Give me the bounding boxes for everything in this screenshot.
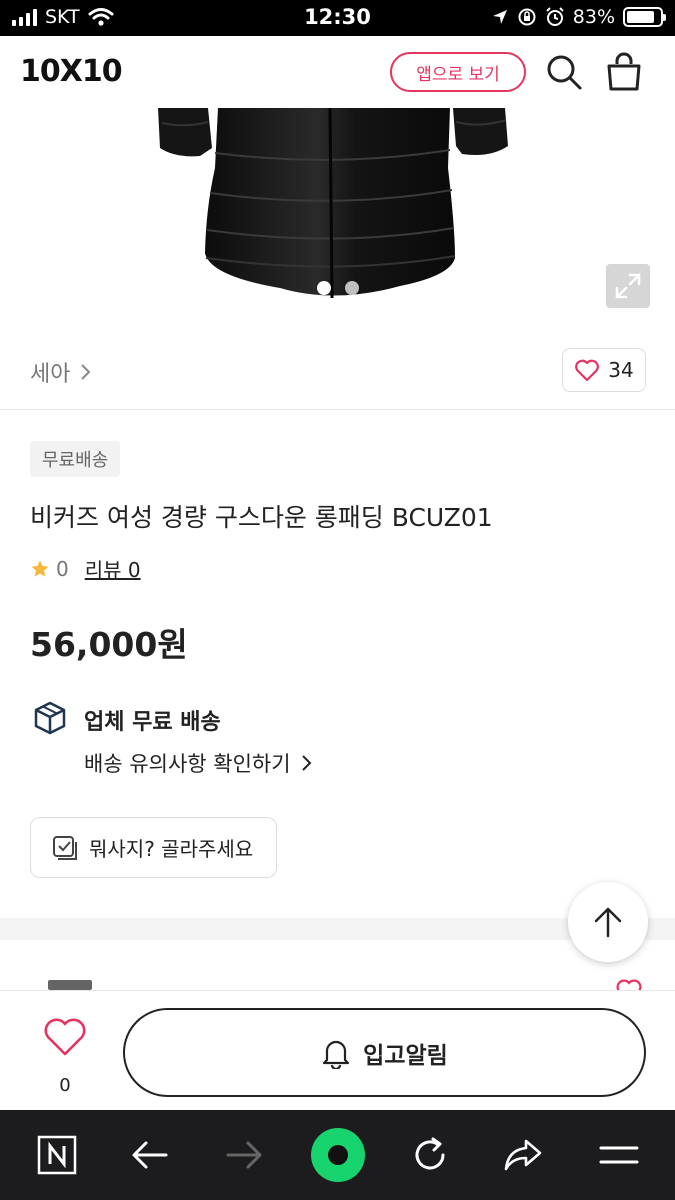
forward-arrow-icon[interactable]: [221, 1132, 267, 1178]
rating-row: 0 리뷰 0: [30, 554, 141, 583]
restock-alert-label: 입고알림: [363, 1042, 448, 1069]
star-icon: [31, 560, 49, 577]
shopping-bag-icon[interactable]: [604, 52, 644, 92]
next-section-heading: [48, 980, 92, 990]
shipping-title: 업체 무료 배송: [84, 710, 221, 735]
restock-alert-button[interactable]: 입고알림: [123, 1008, 646, 1097]
site-header: 10X10 앱으로 보기: [0, 36, 675, 172]
gallery-pagination: [0, 281, 675, 295]
battery-icon: [623, 7, 666, 27]
like-button[interactable]: 34: [562, 348, 646, 392]
choose-for-me-button[interactable]: 뭐사지? 골라주세요: [30, 817, 277, 878]
scroll-to-top-button[interactable]: [568, 882, 648, 962]
box-icon: [32, 700, 68, 736]
product-title: 비커즈 여성 경량 구스다운 롱패딩 BCUZ01: [30, 503, 493, 532]
arrow-up-icon: [594, 907, 622, 938]
rotation-lock-icon: [518, 8, 536, 26]
home-dot-icon: [328, 1145, 348, 1165]
shipping-notice-label: 배송 유의사항 확인하기: [84, 752, 291, 776]
gallery-dot-1[interactable]: [316, 281, 331, 295]
location-arrow-icon: [492, 10, 507, 24]
naver-icon[interactable]: [34, 1132, 80, 1178]
chevron-right-icon: [301, 755, 311, 771]
brand-link[interactable]: 세아: [30, 356, 92, 388]
review-link[interactable]: 리뷰 0: [85, 554, 141, 583]
checklist-icon: [53, 835, 77, 860]
expand-icon[interactable]: [606, 264, 650, 308]
wishlist-count: 0: [59, 1075, 71, 1096]
rating-score: 0: [56, 556, 69, 581]
shipping-notice-link[interactable]: 배송 유의사항 확인하기: [84, 748, 313, 778]
wishlist-button[interactable]: 0: [40, 1017, 90, 1096]
heart-icon: [44, 1018, 86, 1056]
divider: [0, 409, 675, 410]
menu-icon[interactable]: [596, 1132, 642, 1178]
status-bar: SKT 12:30 83%: [0, 0, 675, 36]
browser-toolbar: [0, 1110, 675, 1200]
refresh-icon[interactable]: [407, 1132, 453, 1178]
like-count: 34: [608, 358, 634, 382]
heart-icon: [575, 359, 600, 382]
share-icon[interactable]: [500, 1132, 546, 1178]
free-shipping-badge: 무료배송: [30, 441, 121, 477]
bell-icon: [323, 1040, 350, 1069]
purchase-bar: 0 입고알림: [0, 990, 675, 1110]
battery-percent: 83%: [572, 6, 615, 28]
search-icon[interactable]: [544, 52, 584, 92]
brand-name: 세아: [30, 362, 71, 387]
back-arrow-icon[interactable]: [127, 1132, 173, 1178]
gallery-dot-2[interactable]: [344, 281, 359, 295]
alarm-icon: [546, 7, 564, 26]
site-logo[interactable]: 10X10: [20, 54, 123, 89]
choose-for-me-label: 뭐사지? 골라주세요: [89, 837, 254, 861]
product-image[interactable]: [0, 108, 675, 333]
home-button[interactable]: [311, 1128, 365, 1182]
open-in-app-button[interactable]: 앱으로 보기: [390, 52, 526, 92]
padded-coat-illustration: [158, 108, 508, 299]
chevron-right-icon: [81, 364, 91, 380]
product-price: 56,000원: [30, 625, 188, 664]
